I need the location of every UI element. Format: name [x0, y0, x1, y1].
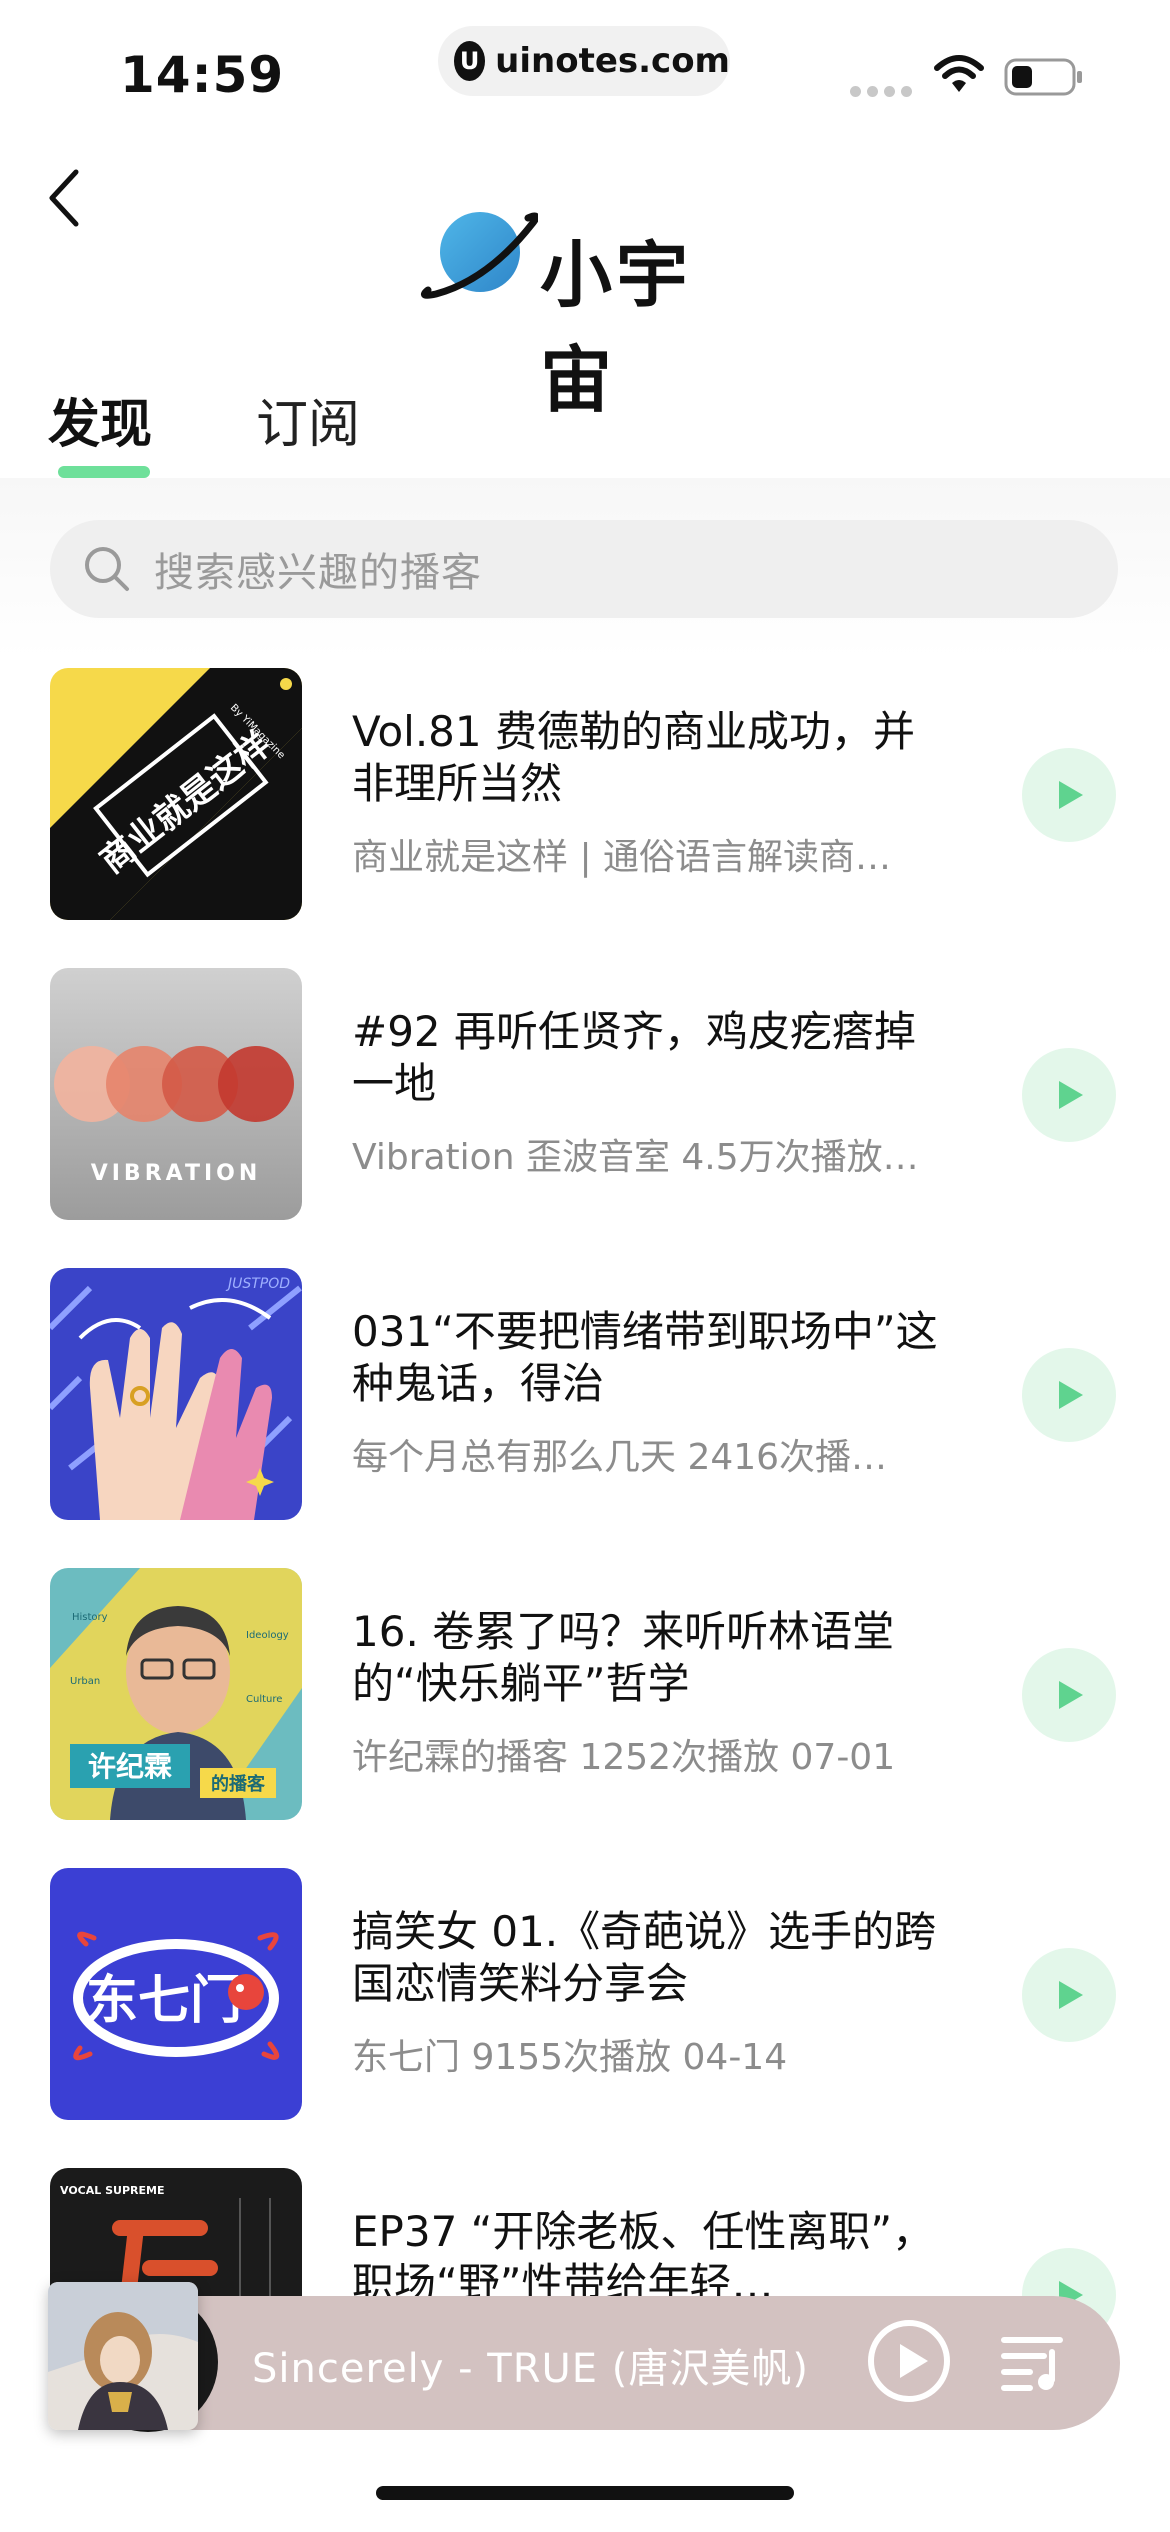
svg-text:VOCAL SUPREME: VOCAL SUPREME [60, 2184, 164, 2197]
episode-item[interactable]: 许纪霖 的播客 History Ideology Urban Culture 1… [0, 1568, 1170, 1820]
hands-cover: JUSTPOD [50, 1268, 302, 1520]
site-logo-icon: U [454, 41, 486, 81]
status-time: 14:59 [120, 46, 285, 104]
now-playing-title: Sincerely - TRUE (唐沢美帆) [252, 2346, 809, 2392]
svg-text:的播客: 的播客 [211, 1773, 266, 1795]
play-icon [1059, 1081, 1083, 1109]
episode-item[interactable]: JUSTPOD 031“不要把情绪带到职场中”这种鬼话，得治 每个月总有那么几天… [0, 1268, 1170, 1520]
episode-item[interactable]: 东七门 搞笑女 01.《奇葩说》选手的跨国恋情笑料分享会 东七门 9155次播放… [0, 1868, 1170, 2120]
battery-icon [1004, 58, 1082, 96]
episode-title: EP37 “开除老板、任性离职”，职场“野”性带给年轻… [352, 2207, 935, 2308]
episode-title: Vol.81 费德勒的商业成功，并非理所当然 [352, 707, 915, 808]
svg-text:Urban: Urban [70, 1676, 100, 1687]
wifi-icon [934, 55, 984, 92]
episode-meta: 每个月总有那么几天 2416次播… [352, 1437, 888, 1478]
play-icon [1059, 1681, 1083, 1709]
album-cover [48, 2282, 198, 2430]
episode-meta: Vibration 歪波音室 4.5万次播放… [352, 1137, 919, 1178]
back-chevron-icon[interactable] [36, 160, 96, 236]
play-button[interactable] [1022, 748, 1116, 842]
search-icon [85, 547, 129, 591]
svg-text:东七门: 东七门 [86, 1971, 242, 2031]
play-circle-icon[interactable] [866, 2318, 952, 2404]
playlist-icon[interactable] [1000, 2332, 1070, 2392]
episode-title: 031“不要把情绪带到职场中”这种鬼话，得治 [352, 1307, 938, 1408]
svg-text:VIBRATION: VIBRATION [91, 1161, 262, 1186]
play-button[interactable] [1022, 1648, 1116, 1742]
episode-meta: 东七门 9155次播放 04-14 [352, 2037, 788, 2078]
play-icon [1059, 1381, 1083, 1409]
play-icon [1059, 1981, 1083, 2009]
planet-icon [420, 212, 538, 299]
portrait-cover: 许纪霖 的播客 History Ideology Urban Culture [50, 1568, 302, 1820]
svg-text:History: History [72, 1612, 108, 1623]
url-pill[interactable]: U uinotes.com [438, 26, 730, 96]
svg-text:JUSTPOD: JUSTPOD [225, 1276, 290, 1292]
play-button[interactable] [1022, 1048, 1116, 1142]
svg-text:Culture: Culture [246, 1694, 282, 1705]
episode-title: 16. 卷累了吗？来听听林语堂的“快乐躺平”哲学 [352, 1607, 895, 1708]
search-placeholder: 搜索感兴趣的播客 [154, 550, 482, 596]
dongqimen-cover: 东七门 [50, 1868, 302, 2120]
play-button[interactable] [1022, 1948, 1116, 2042]
active-tab-indicator [58, 466, 150, 478]
svg-text:许纪霖: 许纪霖 [88, 1750, 172, 1783]
episode-item[interactable]: VIBRATION #92 再听任贤齐，鸡皮疙瘩掉一地 Vibration 歪波… [0, 968, 1170, 1220]
episode-title: 搞笑女 01.《奇葩说》选手的跨国恋情笑料分享会 [352, 1907, 937, 2008]
vibration-cover: VIBRATION [50, 968, 302, 1220]
tab-subscribe[interactable]: 订阅 [256, 382, 360, 457]
search-bar[interactable]: 搜索感兴趣的播客 [50, 520, 1118, 618]
play-button[interactable] [1022, 1348, 1116, 1442]
now-playing-artwork[interactable] [48, 2282, 226, 2432]
app-name: 小宇宙 [540, 233, 693, 422]
url-text: uinotes.com [495, 41, 730, 81]
episode-item[interactable]: 商业就是这样 By YiMagazine Vol.81 费德勒的商业成功，并非理… [0, 668, 1170, 920]
cellular-signal-icon [850, 86, 912, 97]
episode-meta: 商业就是这样 | 通俗语言解读商… [352, 837, 892, 878]
episode-meta: 许纪霖的播客 1252次播放 07-01 [352, 1737, 896, 1778]
app-logo: 小宇宙 [418, 202, 748, 422]
tab-discover[interactable]: 发现 [48, 382, 152, 457]
play-icon [1059, 781, 1083, 809]
episode-title: #92 再听任贤齐，鸡皮疙瘩掉一地 [352, 1007, 916, 1108]
home-indicator [376, 2486, 794, 2500]
svg-text:Ideology: Ideology [246, 1630, 289, 1641]
status-bar: 14:59 U uinotes.com [0, 0, 1170, 130]
shangye-cover: 商业就是这样 By YiMagazine [50, 668, 302, 920]
